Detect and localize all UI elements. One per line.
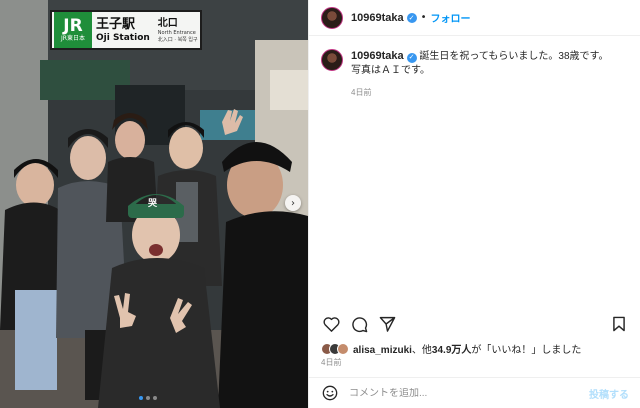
comment-bar: 投稿する — [309, 377, 640, 408]
post-photo[interactable]: JR JR東日本 王子駅 Oji Station 北口 North Entran… — [0, 0, 308, 408]
station-exit: 北口 North Entrance 北入口 · 북쪽 입구 — [158, 17, 198, 44]
avatar[interactable] — [321, 6, 343, 29]
post-comment-button[interactable]: 投稿する — [589, 386, 629, 401]
likes-suffix: が「いいね！」しました — [471, 345, 582, 356]
jr-logo-text: JR — [63, 15, 83, 36]
post-header: 10969taka ✓ • フォロー — [309, 0, 640, 36]
station-name: 王子駅 Oji Station — [96, 17, 150, 44]
carousel-dots — [139, 396, 157, 400]
emoji-button[interactable] — [321, 384, 339, 402]
exit-name-jp: 北口 — [157, 17, 178, 29]
caption: 10969taka ✓ 誕生日を祝ってもらいました。38歳です。 写真はＡＩです。… — [321, 49, 631, 100]
exit-name-sub: 北入口 · 북쪽 입구 — [157, 36, 198, 43]
separator: • — [420, 12, 427, 23]
carousel-dot — [139, 396, 143, 400]
bookmark-icon — [613, 316, 625, 332]
cap-logo: 哭 — [148, 199, 158, 209]
likes-summary: alisa_mizuki、他34.9万人が「いいね！」しました — [321, 341, 581, 356]
likes-count[interactable]: 34.9万人 — [432, 345, 471, 356]
caption-line-2: 写真はＡＩです。 — [351, 65, 430, 76]
comment-button[interactable] — [349, 314, 369, 334]
liker-username[interactable]: alisa_mizuki — [353, 345, 412, 356]
station-name-jp: 王子駅 — [96, 16, 136, 32]
carousel-dot — [153, 396, 157, 400]
liker-avatar — [337, 342, 349, 355]
caption-time: 4日前 — [351, 88, 372, 97]
caption-avatar[interactable] — [321, 49, 343, 71]
header-username[interactable]: 10969taka — [351, 12, 404, 24]
station-sign: JR JR東日本 王子駅 Oji Station 北口 North Entran… — [50, 10, 202, 50]
station-name-en: Oji Station — [96, 32, 150, 43]
jr-logo-sub: JR東日本 — [61, 34, 85, 42]
smiley-icon — [322, 385, 338, 401]
likes-mid: 、他 — [411, 345, 432, 356]
like-button[interactable] — [321, 314, 341, 334]
chevron-right-icon: › — [291, 197, 295, 209]
save-button[interactable] — [609, 314, 629, 334]
verified-badge-icon: ✓ — [406, 12, 417, 23]
carousel-next-button[interactable]: › — [285, 195, 301, 211]
send-icon — [379, 316, 395, 332]
caption-username[interactable]: 10969taka — [351, 50, 404, 62]
heart-icon — [322, 317, 340, 332]
post-side-panel: 10969taka ✓ • フォロー 10969taka ✓ 誕生日を祝ってもらい… — [308, 0, 640, 408]
action-bar — [321, 313, 629, 335]
post-time: 4日前 — [321, 358, 342, 367]
share-button[interactable] — [377, 314, 397, 334]
likes-text: alisa_mizuki、他34.9万人が「いいね！」しました — [353, 341, 581, 356]
exit-name-en: North Entrance — [157, 29, 196, 36]
caption-line-1: 誕生日を祝ってもらいました。38歳です。 — [419, 51, 609, 62]
verified-badge-icon: ✓ — [406, 53, 417, 63]
carousel-dot — [146, 396, 150, 400]
follow-button[interactable]: フォロー — [431, 10, 471, 25]
comment-icon — [351, 316, 367, 332]
jr-logo: JR JR東日本 — [54, 12, 92, 48]
comment-input[interactable] — [349, 387, 589, 399]
caption-body: 10969taka ✓ 誕生日を祝ってもらいました。38歳です。 写真はＡＩです。… — [351, 49, 609, 100]
